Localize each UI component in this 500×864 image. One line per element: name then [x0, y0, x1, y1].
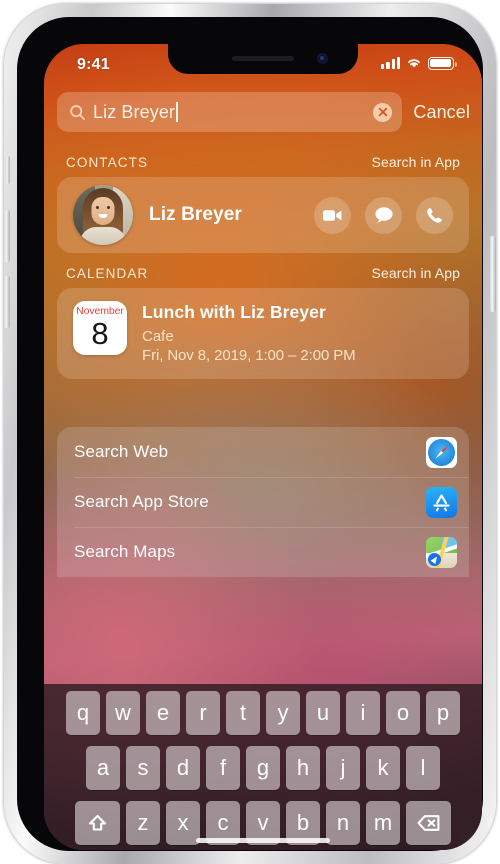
key-g[interactable]: g [246, 746, 280, 790]
calendar-day-number: 8 [91, 315, 109, 351]
calendar-search-in-app-link[interactable]: Search in App [372, 265, 460, 281]
contact-name: Liz Breyer [149, 204, 242, 225]
cancel-button[interactable]: Cancel [413, 102, 470, 123]
key-n[interactable]: n [326, 801, 360, 845]
key-a[interactable]: a [86, 746, 120, 790]
contacts-section-header: CONTACTS Search in App [44, 142, 482, 177]
contacts-search-in-app-link[interactable]: Search in App [372, 154, 460, 170]
key-u[interactable]: u [306, 691, 340, 735]
search-query-text: Liz Breyer [93, 101, 373, 123]
volume-up-button[interactable] [4, 210, 10, 262]
front-camera-icon [317, 53, 328, 64]
calendar-event-details: Lunch with Liz Breyer Cafe Fri, Nov 8, 2… [142, 301, 356, 364]
close-icon [378, 107, 388, 117]
contact-photo [73, 185, 133, 245]
key-f[interactable]: f [206, 746, 240, 790]
section-title-contacts: CONTACTS [66, 155, 149, 170]
power-button[interactable] [490, 236, 496, 312]
maps-icon [426, 536, 457, 568]
backspace-key[interactable] [406, 801, 451, 845]
status-indicators [381, 57, 457, 70]
contact-action-buttons [314, 196, 453, 234]
battery-icon [428, 57, 457, 70]
suggestion-search-app-store[interactable]: Search App Store [57, 477, 469, 527]
suggestion-label: Search Maps [74, 542, 176, 561]
key-s[interactable]: s [126, 746, 160, 790]
key-j[interactable]: j [326, 746, 360, 790]
calendar-section-header: CALENDAR Search in App [44, 253, 482, 288]
key-x[interactable]: x [166, 801, 200, 845]
suggestion-search-web[interactable]: Search Web [57, 427, 469, 477]
safari-icon [426, 436, 457, 468]
key-l[interactable]: l [406, 746, 440, 790]
call-button[interactable] [416, 196, 453, 234]
search-bar-row: Liz Breyer Cancel [44, 92, 482, 132]
message-button[interactable] [365, 196, 402, 234]
key-p[interactable]: p [426, 691, 460, 735]
search-icon [70, 104, 86, 120]
clear-search-button[interactable] [373, 102, 393, 122]
video-camera-icon [323, 209, 342, 221]
event-location: Cafe [142, 328, 174, 345]
key-r[interactable]: r [186, 691, 220, 735]
suggestion-search-maps[interactable]: Search Maps [57, 527, 469, 577]
shift-key[interactable] [75, 801, 120, 845]
phone-screen: 9:41 Liz Breyer Cancel CONTACTS Search i… [44, 44, 482, 850]
shift-arrow-icon [88, 814, 107, 831]
key-k[interactable]: k [366, 746, 400, 790]
message-bubble-icon [374, 207, 393, 223]
calendar-month-label: November [76, 305, 124, 317]
wifi-icon [408, 59, 420, 68]
home-indicator[interactable] [196, 838, 330, 843]
facetime-video-button[interactable] [314, 196, 351, 234]
contact-row[interactable]: Liz Breyer [57, 177, 469, 253]
key-z[interactable]: z [126, 801, 160, 845]
calendar-event-row[interactable]: November 8 Lunch with Liz Breyer Cafe Fr… [57, 288, 469, 379]
search-query-value: Liz Breyer [93, 101, 176, 122]
search-suggestions-card: Search Web Search App Store Search Maps [57, 427, 469, 577]
on-screen-keyboard[interactable]: q w e r t y u i o p a s d f g h j k l z … [44, 684, 482, 850]
key-t[interactable]: t [226, 691, 260, 735]
backspace-delete-icon [417, 815, 439, 831]
suggestion-label: Search Web [74, 442, 169, 461]
calendar-date-icon: November 8 [73, 301, 127, 355]
key-h[interactable]: h [286, 746, 320, 790]
key-i[interactable]: i [346, 691, 380, 735]
event-title: Lunch with Liz Breyer [142, 302, 326, 322]
iphone-device-frame: 9:41 Liz Breyer Cancel CONTACTS Search i… [4, 4, 496, 864]
key-q[interactable]: q [66, 691, 100, 735]
status-time: 9:41 [77, 56, 110, 73]
silent-switch[interactable] [5, 156, 10, 184]
key-m[interactable]: m [366, 801, 400, 845]
section-title-calendar: CALENDAR [66, 266, 149, 281]
app-store-icon [426, 486, 457, 518]
event-datetime: Fri, Nov 8, 2019, 1:00 – 2:00 PM [142, 347, 356, 364]
volume-down-button[interactable] [4, 276, 10, 328]
earpiece-speaker [232, 56, 294, 61]
search-input[interactable]: Liz Breyer [57, 92, 403, 132]
key-o[interactable]: o [386, 691, 420, 735]
keyboard-row-2: a s d f g h j k l [44, 746, 482, 790]
keyboard-row-1: q w e r t y u i o p [44, 691, 482, 735]
calendar-result-card[interactable]: November 8 Lunch with Liz Breyer Cafe Fr… [57, 288, 469, 379]
text-cursor [176, 101, 179, 122]
contact-result-card[interactable]: Liz Breyer [57, 177, 469, 253]
device-bezel: 9:41 Liz Breyer Cancel CONTACTS Search i… [17, 17, 483, 851]
device-notch [168, 44, 358, 74]
phone-handset-icon [427, 207, 442, 223]
suggestion-label: Search App Store [74, 492, 209, 511]
key-e[interactable]: e [146, 691, 180, 735]
cellular-signal-icon [381, 57, 400, 70]
key-d[interactable]: d [166, 746, 200, 790]
key-y[interactable]: y [266, 691, 300, 735]
key-w[interactable]: w [106, 691, 140, 735]
